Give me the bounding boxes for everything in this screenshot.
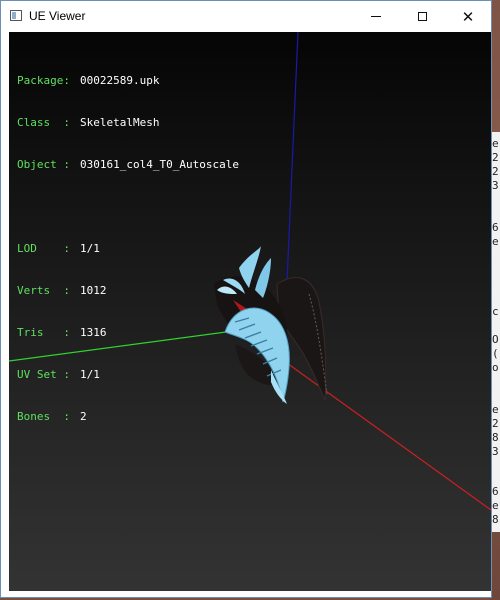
maximize-button[interactable] <box>399 1 445 32</box>
close-button[interactable]: ✕ <box>445 1 491 32</box>
background-glyph: e <box>492 137 499 150</box>
info-row-object: Object : 030161_col4_T0_Autoscale <box>17 158 239 172</box>
info-row-tris: Tris : 1316 <box>17 326 239 340</box>
ue-viewer-window: UE Viewer ✕ Package: 00022589.upk Class … <box>0 0 492 598</box>
package-value: 00022589.upk <box>80 74 160 87</box>
uvset-label: UV Set : <box>17 368 70 381</box>
info-row-package: Package: 00022589.upk <box>17 74 239 88</box>
object-value: 030161_col4_T0_Autoscale <box>80 158 239 171</box>
lod-value: 1/1 <box>80 242 100 255</box>
background-glyph: 2 <box>492 165 499 178</box>
axis-z-line <box>286 32 299 283</box>
window-title: UE Viewer <box>29 9 86 23</box>
bones-value: 2 <box>80 410 87 423</box>
package-label: Package: <box>17 74 70 87</box>
info-row-lod: LOD : 1/1 <box>17 242 239 256</box>
mesh-info-overlay: Package: 00022589.upk Class : SkeletalMesh… <box>17 46 239 452</box>
object-label: Object : <box>17 158 70 171</box>
class-value: SkeletalMesh <box>80 116 160 129</box>
title-bar[interactable]: UE Viewer ✕ <box>1 1 491 32</box>
background-glyph: e <box>492 235 499 248</box>
app-window-icon <box>10 10 22 21</box>
verts-value: 1012 <box>80 284 107 297</box>
background-glyph: 2 <box>492 151 499 164</box>
info-row-uvset: UV Set : 1/1 <box>17 368 239 382</box>
lod-label: LOD : <box>17 242 70 255</box>
uvset-value: 1/1 <box>80 368 100 381</box>
minimize-icon <box>371 16 381 17</box>
background-glyph: 3 <box>492 179 499 192</box>
info-row-verts: Verts : 1012 <box>17 284 239 298</box>
bones-label: Bones : <box>17 410 70 423</box>
background-glyph: 3 <box>492 445 499 458</box>
background-glyph: 6 <box>492 221 499 234</box>
close-icon: ✕ <box>461 7 475 26</box>
background-glyph: e <box>492 499 499 512</box>
verts-label: Verts : <box>17 284 70 297</box>
background-glyph: ( <box>492 347 499 360</box>
3d-viewport[interactable]: Package: 00022589.upk Class : SkeletalMesh… <box>9 32 491 591</box>
background-glyph: 8 <box>492 513 499 526</box>
background-glyph: 8 <box>492 431 499 444</box>
background-glyph: c <box>492 305 499 318</box>
maximize-icon <box>417 12 427 21</box>
background-glyph: o <box>492 361 499 374</box>
tris-value: 1316 <box>80 326 107 339</box>
background-glyph: e <box>492 403 499 416</box>
background-glyph: 2 <box>492 417 499 430</box>
minimize-button[interactable] <box>353 1 399 32</box>
class-label: Class : <box>17 116 70 129</box>
info-row-bones: Bones : 2 <box>17 410 239 424</box>
background-glyph: O <box>492 333 499 346</box>
tris-label: Tris : <box>17 326 70 339</box>
background-glyph: 6 <box>492 485 499 498</box>
info-row-class: Class : SkeletalMesh <box>17 116 239 130</box>
